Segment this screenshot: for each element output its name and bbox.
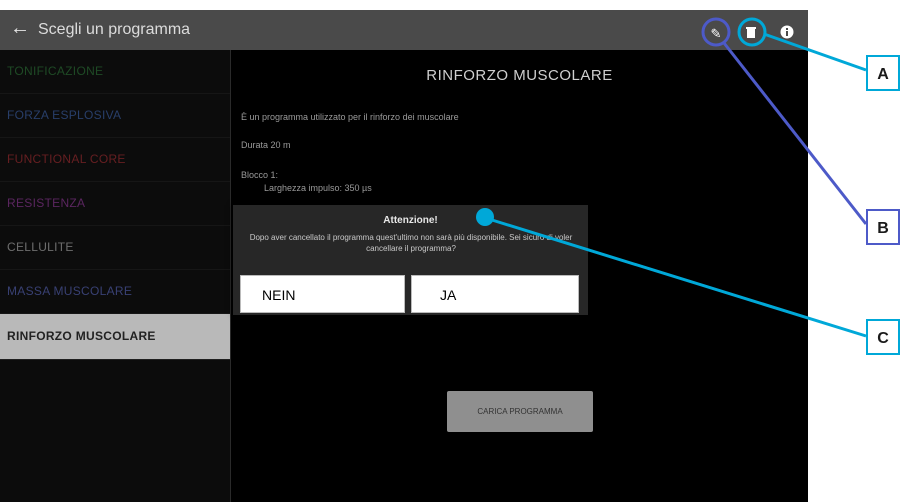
program-block-label: Blocco 1: [241, 170, 279, 180]
dialog-title: Attenzione! [383, 215, 438, 226]
sidebar-item-rinforzo-muscolare[interactable]: RINFORZO MUSCOLARE [0, 314, 230, 360]
sidebar-item-cellulite[interactable]: CELLULITE [0, 226, 230, 270]
callout-label-c: C [866, 319, 900, 355]
sidebar-item-tonificazione[interactable]: TONIFICAZIONE [0, 50, 230, 94]
callout-label-a: A [866, 55, 900, 91]
info-icon[interactable] [778, 25, 796, 43]
load-program-button[interactable]: CARICA PROGRAMMA [447, 391, 593, 432]
program-duration: Durata 20 m [241, 140, 291, 150]
screen-title: Scegli un programma [38, 21, 191, 38]
program-description: È un programma utilizzato per il rinforz… [241, 112, 459, 122]
dialog-message: Dopo aver cancellato il programma quest'… [249, 233, 573, 253]
nein-button[interactable]: NEIN [240, 275, 405, 313]
top-app-bar: ← Scegli un programma ✎ [0, 10, 808, 50]
program-heading: RINFORZO MUSCOLARE [426, 67, 613, 84]
callout-label-b: B [866, 209, 900, 245]
program-category-list: TONIFICAZIONE FORZA ESPLOSIVA FUNCTIONAL… [0, 50, 231, 502]
back-arrow-icon[interactable]: ← [10, 17, 30, 40]
pulse-width-value: Larghezza impulso: 350 µs [264, 183, 372, 193]
delete-trash-icon[interactable] [742, 25, 760, 43]
sidebar-item-functional-core[interactable]: FUNCTIONAL CORE [0, 138, 230, 182]
sidebar-item-resistenza[interactable]: RESISTENZA [0, 182, 230, 226]
confirm-delete-dialog: Attenzione! Dopo aver cancellato il prog… [233, 205, 588, 315]
ja-button[interactable]: JA [411, 275, 579, 313]
sidebar-item-forza-esplosiva[interactable]: FORZA ESPLOSIVA [0, 94, 230, 138]
edit-pencil-icon[interactable]: ✎ [707, 25, 725, 43]
sidebar-item-massa-muscolare[interactable]: MASSA MUSCOLARE [0, 270, 230, 314]
